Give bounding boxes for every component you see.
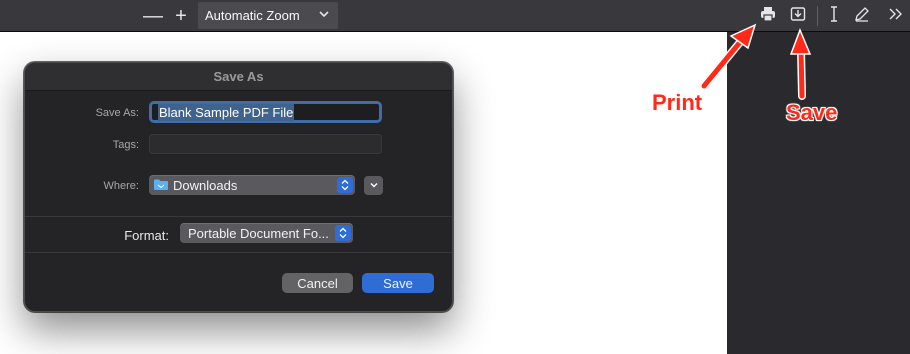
expand-browser-button[interactable]: [364, 176, 383, 195]
tags-label: Tags:: [112, 139, 139, 151]
print-button[interactable]: [756, 4, 780, 28]
save-download-button[interactable]: [786, 4, 810, 28]
text-cursor-icon: [825, 5, 843, 28]
tags-field[interactable]: [149, 134, 382, 154]
toolbar-separator: [817, 6, 818, 26]
format-label: Format:: [124, 228, 169, 243]
dialog-divider: [25, 252, 452, 253]
dialog-divider: [25, 216, 452, 217]
save-button[interactable]: Save: [362, 273, 434, 293]
where-popup[interactable]: Downloads: [149, 175, 355, 195]
filename-value: Blank Sample PDF File: [158, 103, 295, 121]
draw-tool-button[interactable]: [850, 4, 874, 28]
where-value: Downloads: [173, 177, 238, 193]
zoom-in-button[interactable]: +: [170, 4, 192, 28]
tools-chevron-icon: [887, 5, 905, 28]
print-annotation: Print: [651, 90, 703, 116]
draw-icon: [853, 5, 871, 28]
chevron-down-icon: [318, 8, 330, 23]
save-annotation: Save: [785, 100, 838, 126]
zoom-out-button[interactable]: —: [142, 4, 164, 28]
format-popup[interactable]: Portable Document Fo...: [180, 223, 353, 243]
pdf-toolbar: — + Automatic Zoom: [0, 0, 910, 32]
tools-menu-button[interactable]: [884, 4, 908, 28]
format-value: Portable Document Fo...: [188, 225, 329, 241]
filename-field[interactable]: Blank Sample PDF File: [149, 101, 382, 123]
folder-icon: [154, 178, 173, 193]
up-down-chevron-icon: [337, 177, 353, 193]
save-as-dialog: Save As Save As: Blank Sample PDF File T…: [24, 62, 453, 312]
zoom-select[interactable]: Automatic Zoom: [198, 2, 338, 29]
cancel-button[interactable]: Cancel: [282, 273, 353, 293]
side-panel: [727, 32, 910, 354]
download-icon: [789, 5, 807, 28]
chevron-down-icon: [369, 177, 379, 195]
print-icon: [759, 5, 777, 28]
zoom-select-value: Automatic Zoom: [205, 8, 300, 23]
where-label: Where:: [103, 180, 139, 192]
up-down-chevron-icon: [335, 225, 351, 241]
save-as-label: Save As:: [95, 107, 139, 119]
dialog-title: Save As: [25, 63, 452, 91]
text-tool-button[interactable]: [822, 4, 846, 28]
